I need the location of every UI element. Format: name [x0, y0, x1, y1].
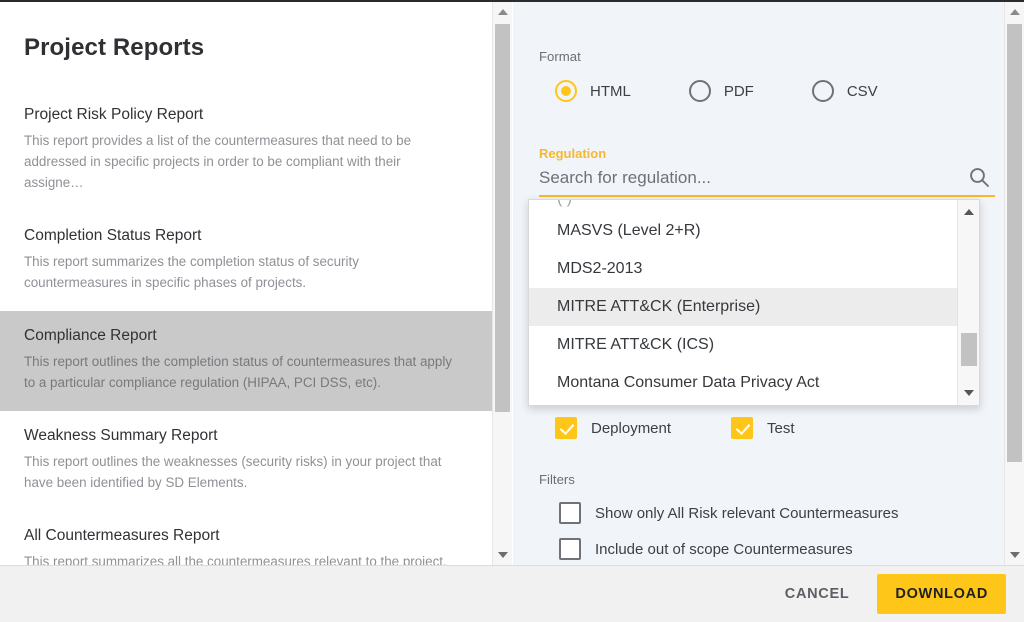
filters-section-label: Filters: [539, 472, 575, 487]
report-list-item-all-countermeasures[interactable]: All Countermeasures Report This report s…: [0, 511, 492, 565]
phase-option-test[interactable]: Test: [731, 417, 795, 439]
regulation-dropdown-list[interactable]: ( ) MASVS (Level 2+R) MDS2-2013 MITRE AT…: [528, 199, 980, 406]
options-panel-scrollbar[interactable]: [1004, 2, 1024, 565]
phase-option-label: Test: [767, 419, 795, 437]
phase-option-deployment[interactable]: Deployment: [555, 417, 671, 439]
report-description: This report summarizes all the counterme…: [24, 554, 447, 565]
checkbox-unchecked-icon: [559, 538, 581, 560]
report-list-item-project-risk-policy[interactable]: Project Risk Policy Report This report p…: [0, 90, 492, 211]
report-list-item-weakness-summary[interactable]: Weakness Summary Report This report outl…: [0, 411, 492, 511]
format-option-label: HTML: [590, 82, 631, 100]
report-list-scrollbar[interactable]: [492, 2, 512, 565]
report-list-item-compliance[interactable]: Compliance Report This report outlines t…: [0, 311, 492, 411]
filter-option-label: Show only All Risk relevant Countermeasu…: [595, 504, 899, 522]
dropdown-scroll-up-arrow-icon[interactable]: [958, 202, 979, 222]
report-description: This report outlines the weaknesses (sec…: [24, 454, 442, 490]
format-option-html[interactable]: HTML: [555, 80, 631, 102]
cancel-button[interactable]: CANCEL: [769, 576, 866, 612]
filter-option-all-risk-relevant[interactable]: Show only All Risk relevant Countermeasu…: [559, 502, 898, 524]
report-download-dialog: Project Reports Project Risk Policy Repo…: [0, 0, 1024, 622]
report-description: This report provides a list of the count…: [24, 133, 412, 190]
dropdown-item-mitre-attck-ics[interactable]: MITRE ATT&CK (ICS): [529, 326, 979, 364]
scroll-down-arrow-icon[interactable]: [493, 545, 513, 565]
scroll-down-arrow-icon[interactable]: [1005, 545, 1024, 565]
radio-selected-icon: [555, 80, 577, 102]
report-name: Weakness Summary Report: [24, 427, 218, 444]
checkbox-checked-icon: [555, 417, 577, 439]
report-name: Compliance Report: [24, 327, 157, 344]
dropdown-partial-item[interactable]: ( ): [529, 200, 979, 212]
filter-option-include-out-of-scope[interactable]: Include out of scope Countermeasures: [559, 538, 853, 560]
regulation-search-field[interactable]: Search for regulation...: [539, 164, 995, 197]
dropdown-item-montana-consumer-data-privacy-act[interactable]: Montana Consumer Data Privacy Act: [529, 364, 979, 402]
format-option-pdf[interactable]: PDF: [688, 80, 754, 102]
phase-checkbox-group: Deployment Test: [555, 417, 855, 439]
report-list-panel: Project Reports Project Risk Policy Repo…: [0, 2, 492, 565]
format-option-label: PDF: [723, 82, 754, 100]
phase-option-label: Deployment: [591, 419, 672, 437]
regulation-field-label: Regulation: [539, 146, 607, 161]
page-title: Project Reports: [24, 34, 205, 61]
report-list: Project Risk Policy Report This report p…: [0, 90, 492, 565]
format-radio-group: HTML PDF CSV: [555, 80, 936, 102]
window-top-edge: [0, 0, 1024, 2]
regulation-search-input[interactable]: Search for regulation...: [539, 168, 711, 188]
dropdown-item-mds2[interactable]: MDS2-2013: [529, 250, 979, 288]
report-name: Completion Status Report: [24, 227, 202, 244]
report-list-item-completion-status[interactable]: Completion Status Report This report sum…: [0, 211, 492, 311]
download-button[interactable]: DOWNLOAD: [877, 574, 1006, 614]
report-description: This report outlines the completion stat…: [24, 354, 452, 390]
radio-unselected-icon: [688, 80, 711, 102]
dropdown-scrollbar-thumb[interactable]: [961, 333, 977, 366]
dropdown-scrollbar[interactable]: [957, 200, 979, 405]
dialog-body: Project Reports Project Risk Policy Repo…: [0, 2, 1024, 565]
format-option-csv[interactable]: CSV: [811, 80, 878, 102]
report-name: All Countermeasures Report: [24, 527, 220, 544]
dialog-footer: CANCEL DOWNLOAD: [0, 565, 1024, 622]
format-option-label: CSV: [846, 82, 878, 100]
filter-option-label: Include out of scope Countermeasures: [595, 540, 853, 558]
dropdown-item-masvs[interactable]: MASVS (Level 2+R): [529, 212, 979, 250]
report-name: Project Risk Policy Report: [24, 106, 204, 123]
scroll-up-arrow-icon[interactable]: [493, 2, 513, 22]
checkbox-unchecked-icon: [559, 502, 581, 524]
format-section-label: Format: [539, 49, 581, 64]
dropdown-item-mitre-attck-enterprise[interactable]: MITRE ATT&CK (Enterprise): [529, 288, 979, 326]
radio-unselected-icon: [811, 80, 834, 102]
checkbox-checked-icon: [731, 417, 754, 439]
scrollbar-thumb[interactable]: [1007, 24, 1022, 462]
search-icon[interactable]: [967, 165, 991, 189]
dropdown-scroll-down-arrow-icon[interactable]: [958, 383, 979, 403]
scrollbar-thumb[interactable]: [495, 24, 510, 412]
scroll-up-arrow-icon[interactable]: [1005, 2, 1024, 22]
report-description: This report summarizes the completion st…: [24, 254, 359, 290]
